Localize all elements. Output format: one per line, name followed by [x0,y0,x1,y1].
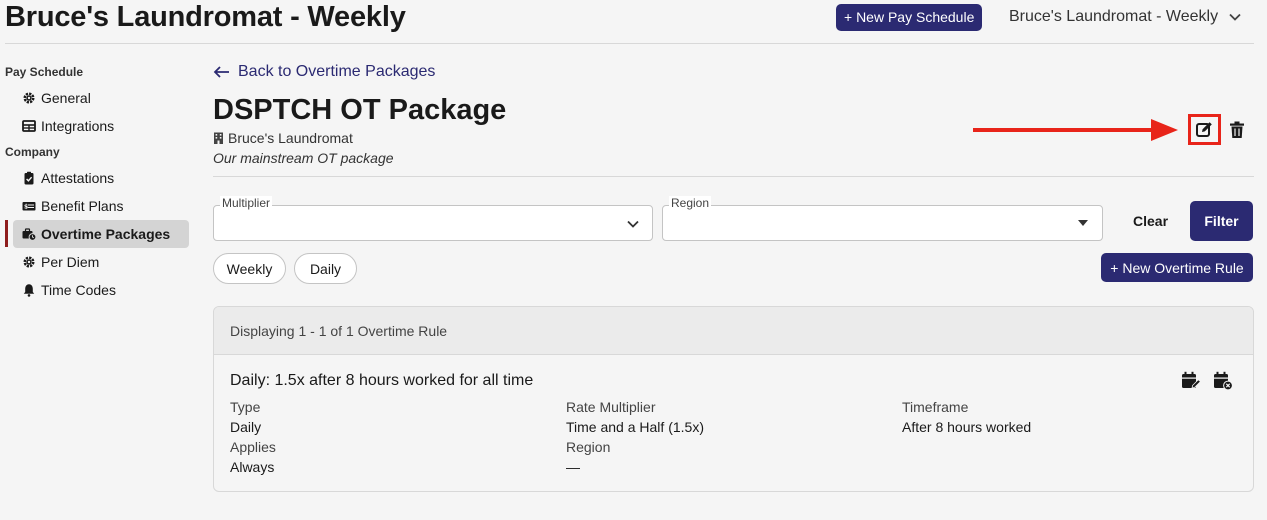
edit-icon [1196,122,1212,137]
gear-icon [22,91,36,105]
sidebar-item-time-codes[interactable]: Time Codes [13,276,189,304]
multiplier-label: Multiplier [220,196,273,210]
sidebar-section-pay-schedule: Pay Schedule [5,65,84,79]
sidebar-item-label: Benefit Plans [41,198,124,214]
back-to-overtime-packages-link[interactable]: Back to Overtime Packages [213,63,435,81]
package-company-name: Bruce's Laundromat [228,130,353,146]
field-key: Timeframe [902,399,969,415]
gear-icon [22,255,36,269]
header-divider [5,43,1254,44]
chevron-down-icon [627,220,639,228]
sidebar-item-benefit-plans[interactable]: $ Benefit Plans [13,192,189,220]
schedule-selector-value: Bruce's Laundromat - Weekly [1009,8,1219,25]
new-pay-schedule-button[interactable]: + New Pay Schedule [836,4,983,31]
caret-down-icon [1078,220,1088,226]
annotation-arrow [973,119,1178,141]
sidebar-item-overtime-packages[interactable]: Overtime Packages [13,220,189,248]
rule-field-type: Type Daily [230,399,261,435]
building-icon [214,132,223,144]
filter-button[interactable]: Filter [1190,201,1253,241]
results-summary: Displaying 1 - 1 of 1 Overtime Rule [214,307,1253,355]
rule-field-region: Region — [566,439,610,475]
business-time-icon [22,227,36,241]
region-select[interactable]: Region [662,196,1103,241]
active-item-marker [5,220,8,247]
field-key: Type [230,399,261,415]
field-key: Region [566,439,611,455]
arrow-left-icon [213,66,229,78]
trash-icon[interactable] [1229,121,1245,139]
money-check-icon: $ [22,199,36,213]
sidebar-section-company: Company [5,145,60,159]
field-value: Daily [230,419,262,435]
bell-icon [22,283,36,297]
edit-package-button[interactable] [1188,114,1221,145]
sidebar-item-label: Per Diem [41,254,100,270]
table-icon [22,119,36,133]
sidebar-item-label: Time Codes [41,282,116,298]
sidebar-item-integrations[interactable]: Integrations [13,112,189,140]
pill-weekly[interactable]: Weekly [213,253,286,284]
field-key: Rate Multiplier [566,399,656,415]
rule-field-applies: Applies Always [230,439,276,475]
calendar-delete-icon[interactable] [1213,371,1233,391]
clear-button[interactable]: Clear [1133,213,1168,229]
sidebar-item-label: General [41,90,91,106]
rule-field-timeframe: Timeframe After 8 hours worked [902,399,1031,435]
sidebar-item-attestations[interactable]: Attestations [13,164,189,192]
page-title: Bruce's Laundromat - Weekly [5,1,406,33]
back-link-label: Back to Overtime Packages [238,63,436,80]
calendar-edit-icon[interactable] [1181,371,1201,391]
rule-field-rate-multiplier: Rate Multiplier Time and a Half (1.5x) [566,399,704,435]
region-label: Region [669,196,712,210]
field-value: After 8 hours worked [902,419,1032,435]
rule-actions [1181,371,1233,391]
new-overtime-rule-button[interactable]: + New Overtime Rule [1101,253,1253,282]
field-value: Always [230,459,275,475]
svg-text:$: $ [24,204,28,211]
multiplier-select[interactable]: Multiplier [213,196,653,241]
pill-daily[interactable]: Daily [294,253,357,284]
overtime-rules-card: Displaying 1 - 1 of 1 Overtime Rule Dail… [213,306,1254,492]
schedule-selector[interactable]: Bruce's Laundromat - Weekly [1009,8,1242,26]
header-divider [213,176,1254,177]
chevron-down-icon [1229,13,1241,21]
package-company: Bruce's Laundromat [213,130,353,146]
package-title: DSPTCH OT Package [213,94,507,126]
sidebar-item-general[interactable]: General [13,84,189,112]
package-description: Our mainstream OT package [213,150,394,166]
clipboard-check-icon [22,171,36,185]
sidebar-item-per-diem[interactable]: Per Diem [13,248,189,276]
rule-title: Daily: 1.5x after 8 hours worked for all… [230,372,534,389]
field-key: Applies [230,439,276,455]
field-value: — [566,459,580,475]
sidebar-item-label: Attestations [41,170,115,186]
field-value: Time and a Half (1.5x) [566,419,704,435]
sidebar-item-label: Integrations [41,118,115,134]
sidebar-item-label: Overtime Packages [41,226,171,242]
